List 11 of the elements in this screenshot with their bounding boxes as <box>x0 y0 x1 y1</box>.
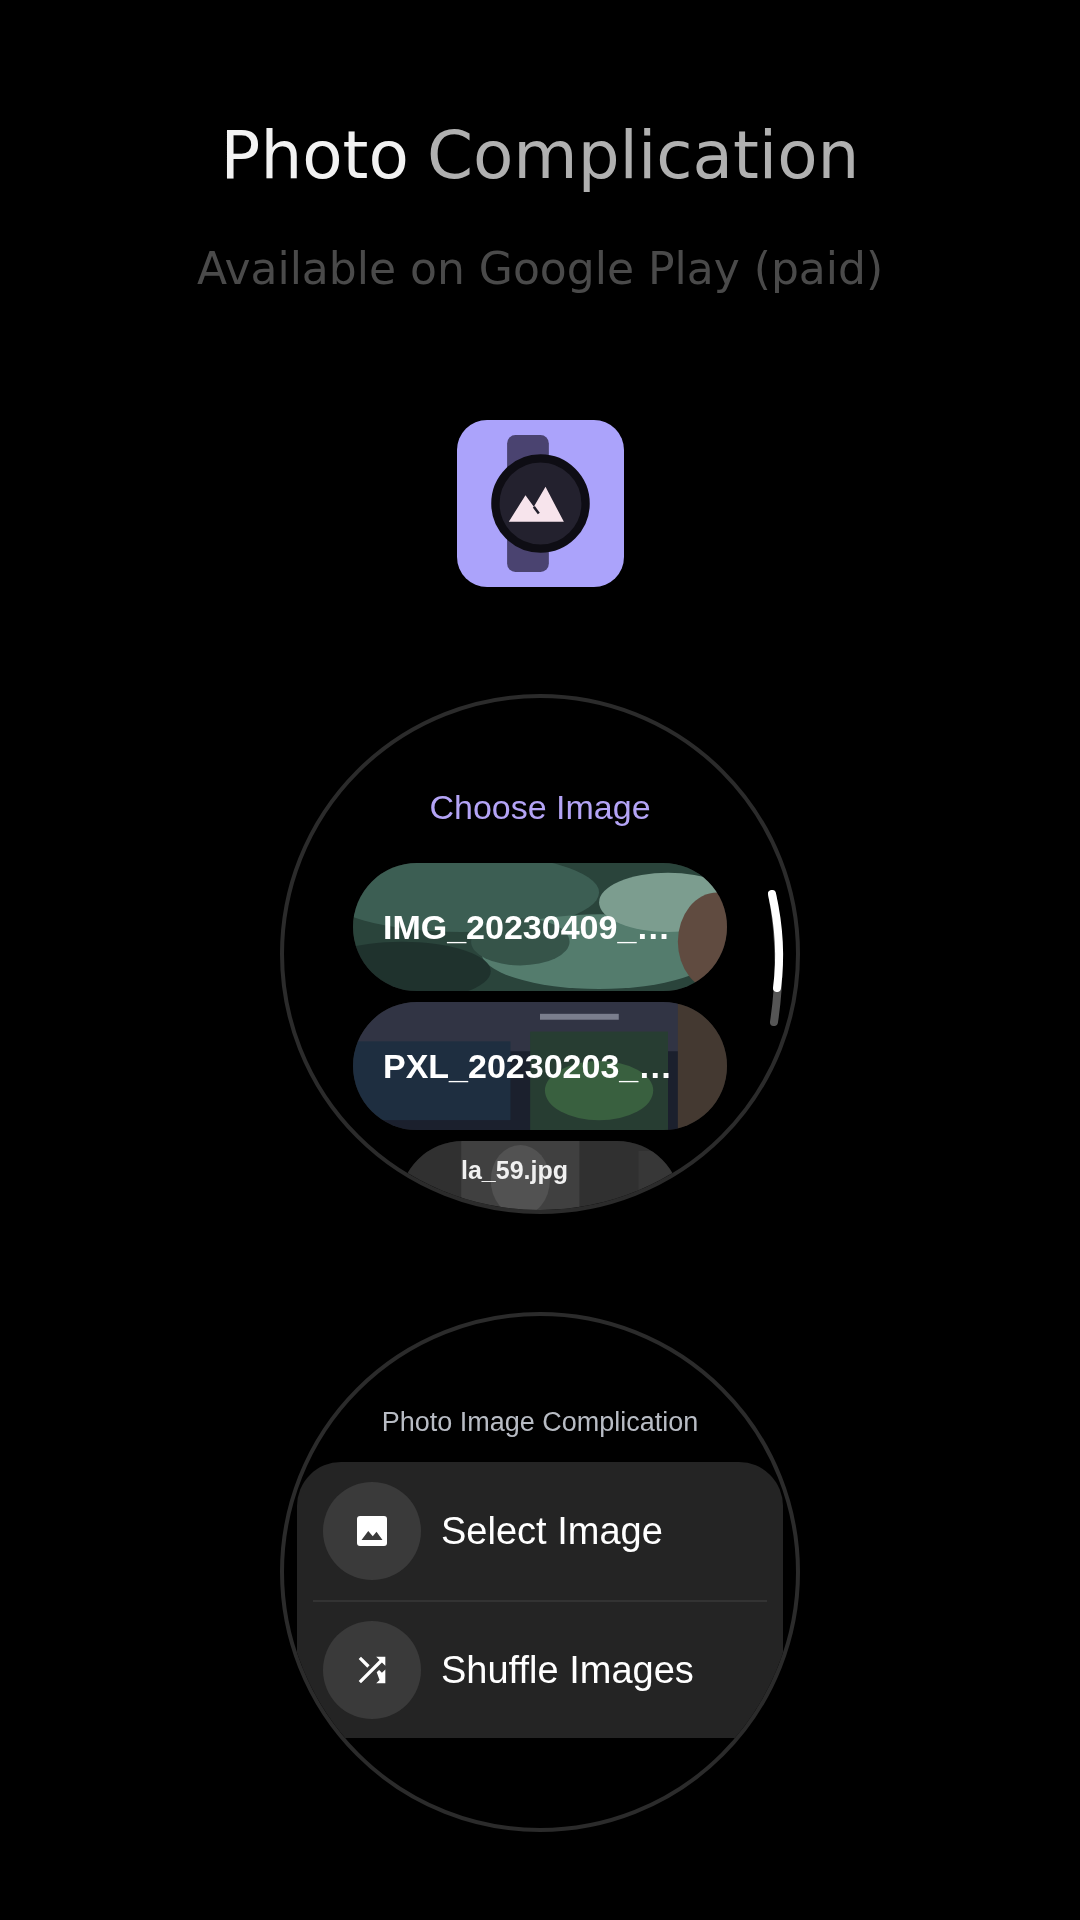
watch-app-icon <box>456 420 624 587</box>
title-word: Photo <box>220 116 409 196</box>
image-list-item[interactable]: IMG_20230409_… <box>353 863 727 991</box>
image-list-item[interactable]: PXL_20230203_… <box>353 1002 727 1130</box>
subtitle: Available on Google Play (paid) <box>196 243 884 296</box>
screen-title: Choose Image <box>429 787 651 827</box>
title-word: Complication <box>426 116 860 196</box>
menu-item[interactable]: Shuffle Images <box>313 1600 767 1738</box>
image-icon <box>354 1513 390 1549</box>
screen-title: Photo Image Complication <box>381 1406 699 1438</box>
menu-item[interactable]: Select Image <box>313 1462 767 1600</box>
